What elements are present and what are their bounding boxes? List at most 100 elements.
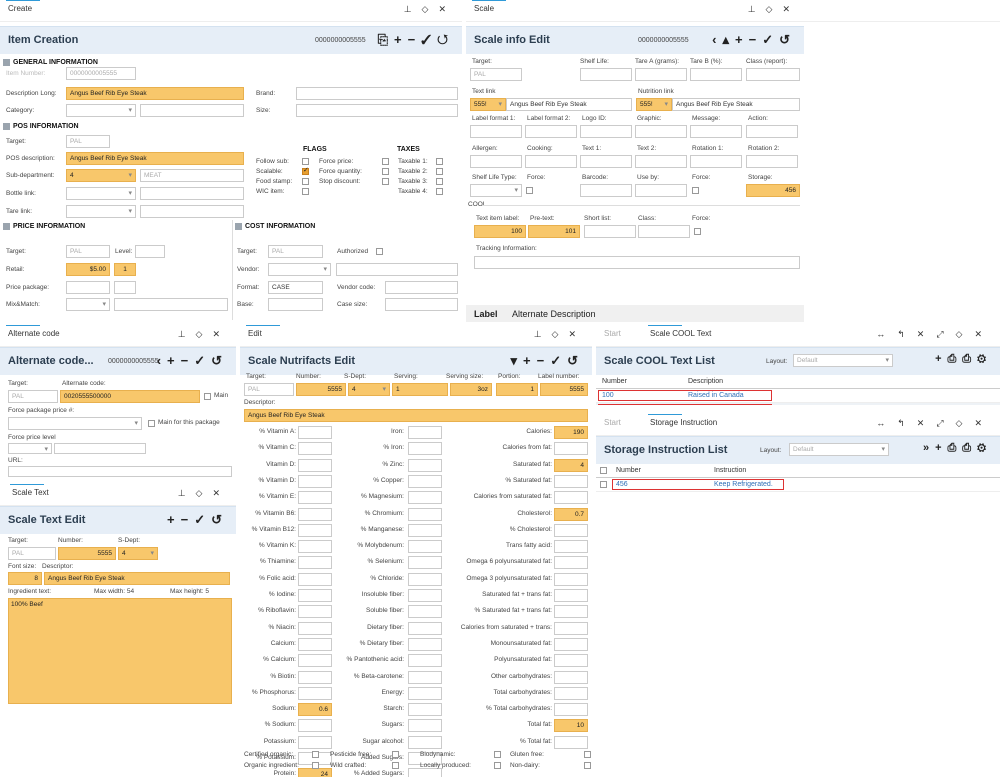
certification-checkbox[interactable] [584, 762, 591, 769]
nutrient-value[interactable] [408, 621, 442, 635]
tab-storage-instruction[interactable]: Storage Instruction [647, 414, 717, 427]
nutrient-value[interactable] [554, 637, 588, 651]
nutrient-value[interactable] [408, 719, 442, 733]
nutrition-link-select[interactable]: 555! [636, 98, 672, 111]
nutrient-value[interactable]: 10 [554, 719, 588, 733]
nutrient-value[interactable] [408, 474, 442, 488]
flag-checkbox[interactable] [302, 158, 309, 165]
nutrient-value[interactable]: 0.6 [298, 703, 332, 717]
tab-scale-cool-text[interactable]: Scale COOL Text [647, 325, 711, 338]
class-field[interactable] [746, 68, 800, 81]
number-field[interactable]: 5555 [296, 383, 346, 396]
nutrient-value[interactable] [554, 589, 588, 602]
table-row[interactable]: 101Slaughterec In USA [596, 403, 1000, 405]
flag-checkbox[interactable] [302, 188, 309, 195]
shelf-life-field[interactable] [580, 68, 632, 81]
window-controls[interactable]: ↔↰✕⤢◇✕ [876, 418, 994, 429]
price-target-field[interactable]: PAL [66, 245, 110, 258]
main-checkbox[interactable] [204, 393, 211, 400]
window-controls[interactable]: ↔↰✕⤢◇✕ [876, 329, 994, 340]
target-field[interactable]: PAL [244, 383, 294, 396]
subdept-select[interactable]: 4 [66, 169, 136, 182]
tab-start[interactable]: Start [604, 329, 621, 338]
nutrient-value[interactable] [408, 735, 442, 749]
sdept-select[interactable]: 4 [348, 383, 390, 396]
window-controls[interactable]: ⊥◇✕ [178, 329, 230, 340]
main-pkg-checkbox[interactable] [148, 420, 155, 427]
toolbar-icons[interactable]: ‹▴+−✓↺ [712, 32, 796, 48]
tare-a-field[interactable] [635, 68, 687, 81]
certification-checkbox[interactable] [312, 762, 319, 769]
nutrient-value[interactable] [408, 686, 442, 700]
flag-checkbox[interactable] [302, 166, 309, 175]
use-by-field[interactable] [635, 184, 687, 197]
window-controls[interactable]: ⊥◇✕ [404, 4, 456, 15]
short-list-field[interactable] [584, 225, 636, 238]
format-field[interactable] [580, 125, 632, 138]
nutrient-value[interactable] [408, 572, 442, 586]
certification-checkbox[interactable] [584, 751, 591, 758]
alt-target-field[interactable]: PAL [8, 390, 58, 403]
nutrient-value[interactable] [408, 637, 442, 651]
nutrient-value[interactable] [298, 654, 332, 668]
flag-checkbox[interactable] [382, 158, 389, 165]
portion-field[interactable]: 1 [496, 383, 538, 396]
layout-select[interactable]: Default [793, 354, 893, 367]
force2-checkbox[interactable] [692, 187, 699, 194]
attr-field[interactable] [470, 155, 522, 168]
descriptor-field[interactable]: Angus Beef Rib Eye Steak [44, 572, 230, 585]
nutrient-value[interactable] [554, 572, 588, 586]
desc-long-field[interactable]: Angus Beef Rib Eye Steak [66, 87, 244, 100]
tax-checkbox[interactable] [436, 178, 443, 185]
nutrient-value[interactable] [554, 540, 588, 554]
format-field[interactable] [635, 125, 687, 138]
label-number-field[interactable]: 5555 [540, 383, 588, 396]
st-target-field[interactable]: PAL [8, 547, 56, 560]
tab-alternate-description[interactable]: Alternate Description [512, 309, 596, 319]
cost-target-field[interactable]: PAL [268, 245, 323, 258]
nutrient-value[interactable]: 190 [554, 426, 588, 439]
nutrient-value[interactable] [298, 621, 332, 635]
force-pkg-select[interactable] [8, 417, 142, 430]
force-level-select[interactable] [8, 443, 52, 454]
tab-create[interactable]: Create [5, 0, 41, 13]
nutrient-value[interactable] [554, 491, 588, 505]
nutrient-value[interactable] [554, 686, 588, 700]
table-row[interactable]: 100 Raised in Canada [596, 389, 1000, 403]
nutrient-value[interactable] [408, 507, 442, 521]
nutrient-value[interactable] [298, 589, 332, 602]
nutrient-value[interactable] [298, 458, 332, 472]
tab-scale-text[interactable]: Scale Text [10, 484, 49, 497]
toolbar-icons[interactable]: »+⎙⎙⚙ [923, 442, 992, 455]
nutrient-value[interactable] [298, 540, 332, 554]
tax-checkbox[interactable] [436, 168, 443, 175]
mix-select[interactable] [66, 298, 110, 311]
retail-qty[interactable]: 1 [114, 263, 136, 276]
authorized-checkbox[interactable] [376, 248, 383, 255]
st-number-field[interactable]: 5555 [58, 547, 116, 560]
brand-field[interactable] [296, 87, 458, 100]
vendor-select[interactable] [268, 263, 331, 276]
base-field[interactable] [268, 298, 323, 311]
format-field[interactable] [470, 125, 522, 138]
target-field[interactable]: PAL [470, 68, 522, 81]
nutrient-value[interactable] [554, 735, 588, 749]
tax-checkbox[interactable] [436, 188, 443, 195]
nutrient-value[interactable] [298, 670, 332, 684]
format-field[interactable]: CASE [268, 281, 323, 294]
certification-checkbox[interactable] [312, 751, 319, 758]
tax-checkbox[interactable] [436, 158, 443, 165]
nutrient-value[interactable] [298, 523, 332, 537]
col-number[interactable]: Number [602, 375, 627, 389]
nutrient-value[interactable] [554, 621, 588, 635]
nutrient-value[interactable] [298, 637, 332, 651]
nutrient-value[interactable] [554, 442, 588, 456]
attr-field[interactable] [635, 155, 687, 168]
nutrient-value[interactable] [298, 491, 332, 505]
serving-size-field[interactable]: 3oz [450, 383, 492, 396]
window-controls[interactable]: ⊥◇✕ [178, 488, 230, 499]
nutrient-value[interactable] [298, 605, 332, 619]
certification-checkbox[interactable] [494, 751, 501, 758]
nutrient-value[interactable] [408, 458, 442, 472]
retail-field[interactable]: $5.00 [66, 263, 110, 276]
